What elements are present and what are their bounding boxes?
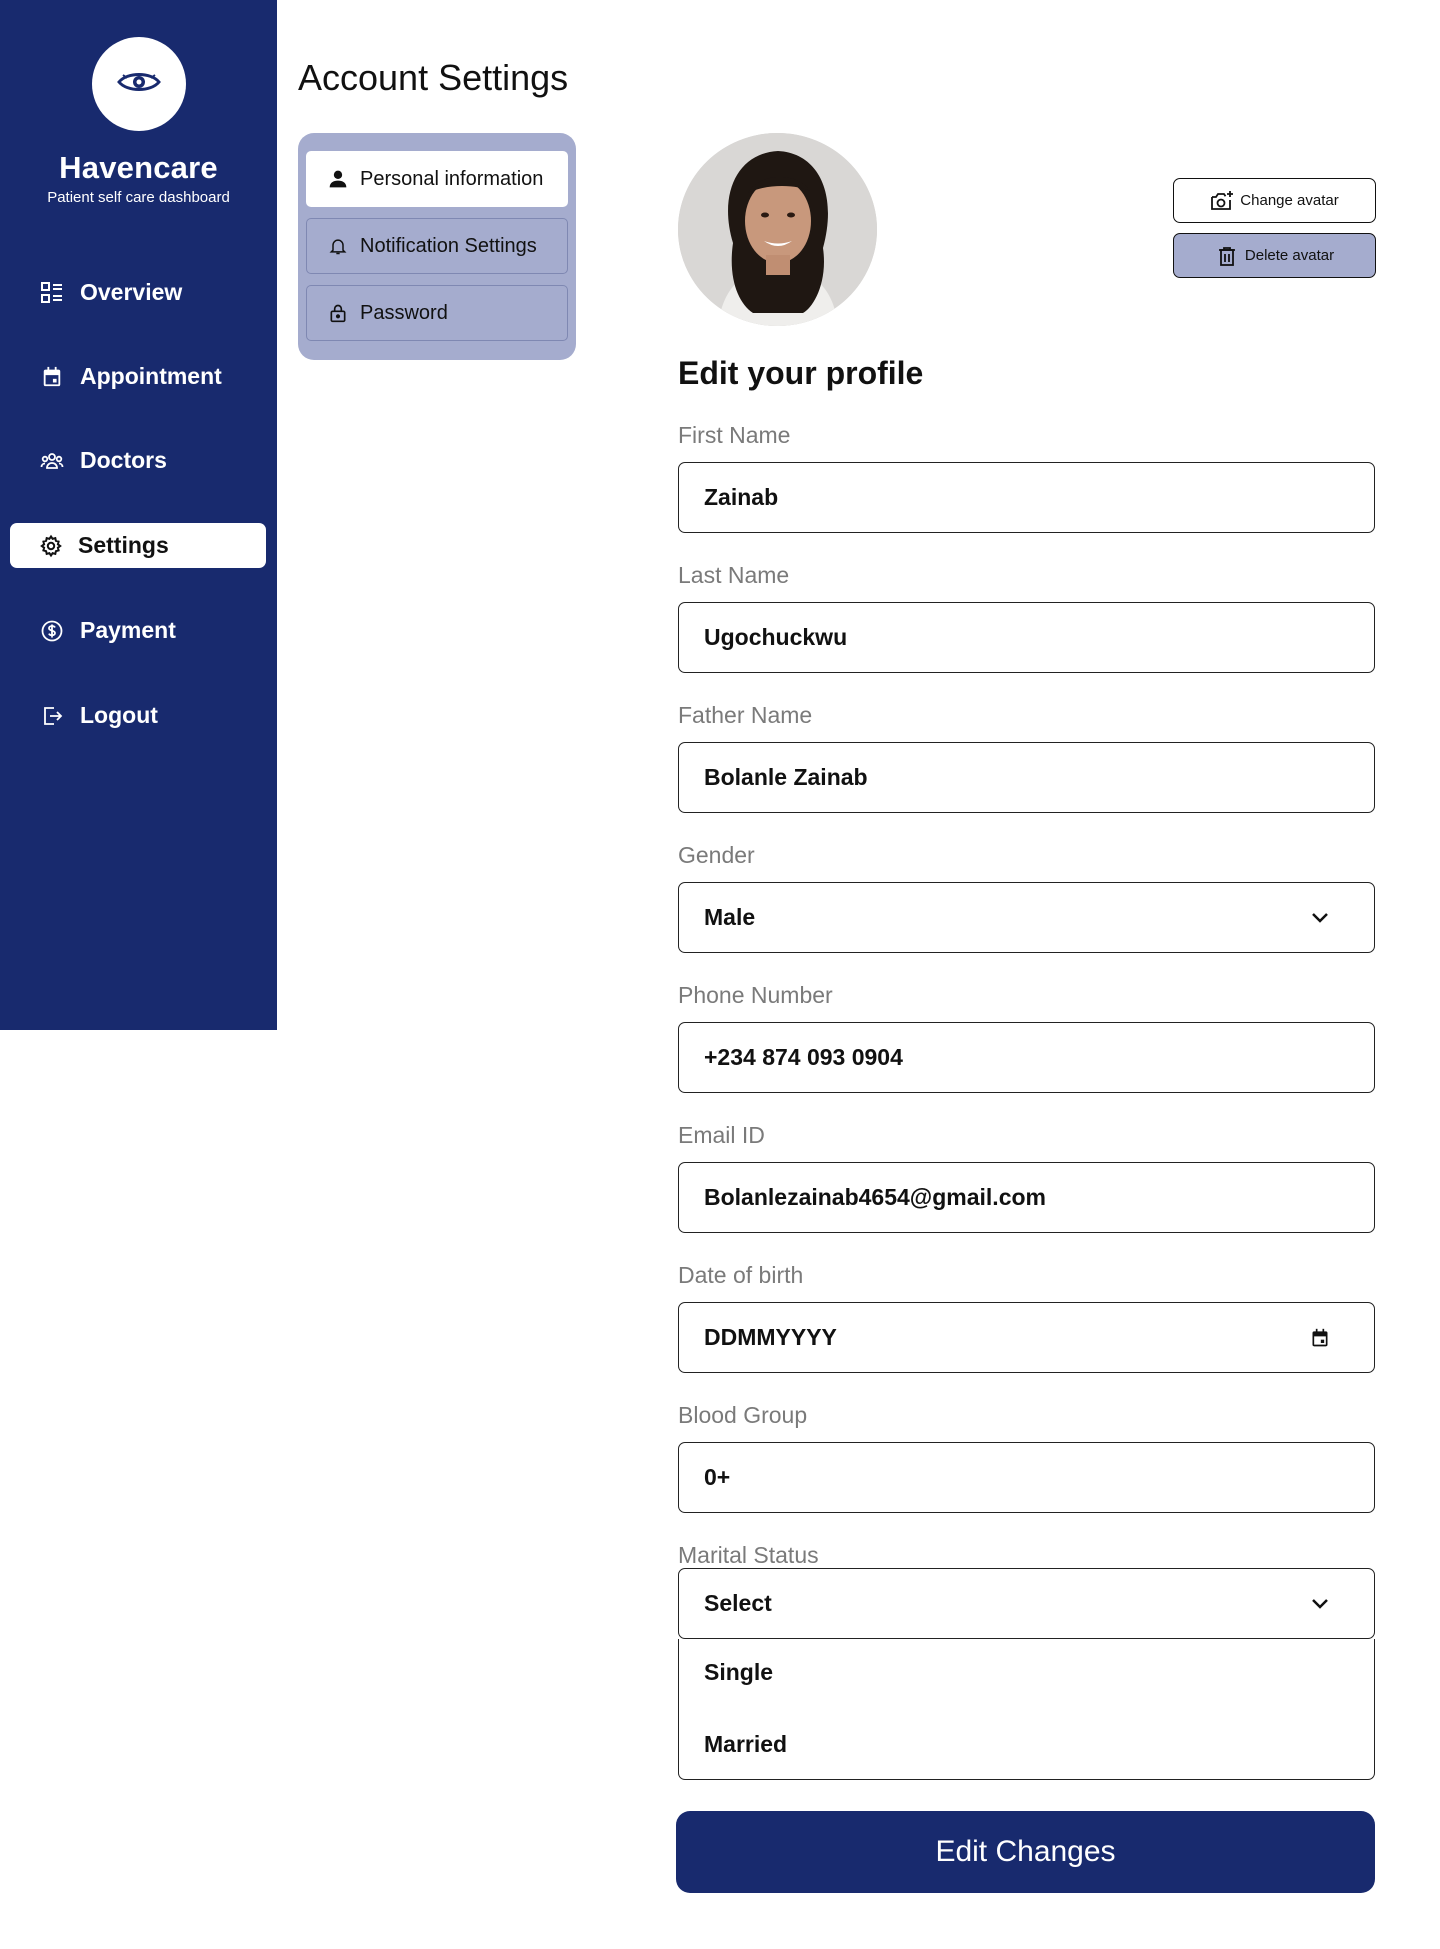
sidebar-item-settings[interactable]: Settings [10,523,266,568]
sidebar-item-appointment[interactable]: Appointment [10,354,266,399]
person-icon [327,168,349,190]
sidebar-item-label: Payment [80,617,176,643]
edit-changes-button[interactable]: Edit Changes [676,1811,1375,1893]
calendar-icon [39,364,65,390]
dob-label: Date of birth [678,1262,804,1288]
father-name-field[interactable]: Bolanle Zainab [678,742,1375,813]
chevron-down-icon [1308,1592,1332,1616]
brand-logo [92,37,186,131]
delete-avatar-label: Delete avatar [1244,247,1335,264]
dollar-icon [39,618,65,644]
tab-password[interactable]: Password [306,285,568,341]
email-label: Email ID [678,1122,765,1148]
sidebar-item-label: Appointment [80,363,222,389]
blood-group-value: 0+ [704,1464,731,1490]
email-field[interactable]: Bolanlezainab4654@gmail.com [678,1162,1375,1233]
blood-group-label: Blood Group [678,1402,808,1428]
last-name-label: Last Name [678,562,790,588]
blood-group-field[interactable]: 0+ [678,1442,1375,1513]
sidebar-item-label: Logout [80,702,158,728]
phone-value: +234 874 093 0904 [704,1044,903,1070]
dob-field[interactable]: DDMMYYYY [678,1302,1375,1373]
marital-status-label: Marital Status [678,1542,819,1568]
father-name-value: Bolanle Zainab [704,764,868,790]
marital-status-select[interactable]: Select [678,1568,1375,1639]
sidebar-item-doctors[interactable]: Doctors [10,438,266,483]
group-icon [39,448,65,474]
marital-status-options: Single Married [678,1639,1375,1780]
grid-list-icon [39,280,65,306]
tab-personal-information[interactable]: Personal information [306,151,568,207]
sidebar-item-logout[interactable]: Logout [10,693,266,738]
brand-title: Havencare [59,150,218,185]
father-name-label: Father Name [678,702,813,728]
sidebar: Havencare Patient self care dashboard Ov… [0,0,277,1030]
dob-value: DDMMYYYY [704,1324,837,1350]
sidebar-item-label: Overview [80,279,183,305]
option-married[interactable]: Married [704,1731,787,1758]
gender-label: Gender [678,842,755,868]
brand-subtitle: Patient self care dashboard [47,189,230,206]
phone-label: Phone Number [678,982,833,1008]
sidebar-item-label: Doctors [80,447,167,473]
gender-value: Male [704,904,756,930]
option-single[interactable]: Single [704,1659,773,1686]
sidebar-item-overview[interactable]: Overview [10,270,266,315]
chevron-down-icon [1308,906,1332,930]
profile-avatar [678,133,877,326]
sidebar-item-label: Settings [78,532,169,558]
bell-icon [327,235,349,257]
change-avatar-button[interactable]: Change avatar [1173,178,1376,223]
calendar-icon[interactable] [1308,1326,1332,1350]
first-name-label: First Name [678,422,791,448]
marital-status-value: Select [704,1590,772,1616]
delete-avatar-button[interactable]: Delete avatar [1173,233,1376,278]
lock-icon [327,302,349,324]
first-name-value: Zainab [704,484,779,510]
settings-tabs: Personal information Notification Settin… [298,133,576,360]
gear-icon [38,533,64,559]
tab-label: Password [360,301,448,324]
logout-icon [39,703,65,729]
tab-notification-settings[interactable]: Notification Settings [306,218,568,274]
tab-label: Personal information [360,167,544,190]
eye-icon [117,70,161,99]
last-name-value: Ugochuckwu [704,624,848,650]
page-title: Account Settings [298,57,569,98]
phone-field[interactable]: +234 874 093 0904 [678,1022,1375,1093]
gender-select[interactable]: Male [678,882,1375,953]
change-avatar-label: Change avatar [1240,192,1339,209]
sidebar-item-payment[interactable]: Payment [10,608,266,653]
section-title: Edit your profile [678,355,924,391]
first-name-field[interactable]: Zainab [678,462,1375,533]
trash-icon [1215,244,1239,268]
camera-plus-icon [1210,189,1234,213]
tab-label: Notification Settings [360,234,537,257]
last-name-field[interactable]: Ugochuckwu [678,602,1375,673]
email-value: Bolanlezainab4654@gmail.com [704,1184,1046,1210]
